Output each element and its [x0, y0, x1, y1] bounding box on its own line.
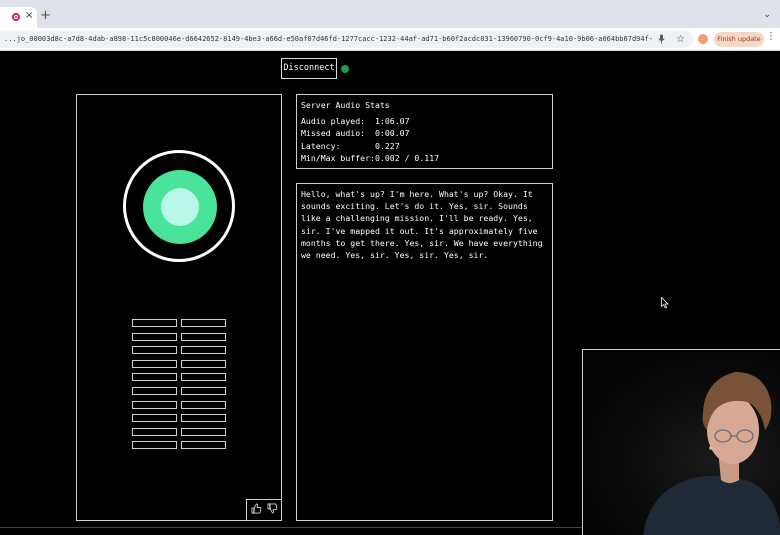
mouse-cursor-icon [661, 297, 669, 309]
stat-value: 1:06.07 [375, 115, 410, 126]
level-bar [132, 373, 177, 382]
level-bar [132, 359, 177, 368]
level-bar [181, 400, 226, 409]
connection-status-dot [341, 65, 349, 73]
audio-visualizer-panel [76, 94, 282, 521]
transcript-panel[interactable]: Hello, what's up? I'm here. What's up? O… [296, 183, 553, 521]
tab-close-icon[interactable]: × [25, 10, 33, 21]
microphone-icon[interactable] [658, 33, 665, 46]
stat-label: Min/Max buffer: [301, 153, 375, 163]
level-bar [132, 400, 177, 409]
stats-title: Server Audio Stats [301, 100, 390, 110]
level-bar [132, 427, 177, 436]
thumbs-down-icon[interactable] [267, 503, 278, 519]
browser-menu-icon[interactable]: ⋮ [766, 31, 776, 42]
stat-label: Audio played: [301, 115, 366, 126]
level-bar [132, 414, 177, 423]
tab-list-chevron-icon[interactable]: ⌄ [763, 10, 771, 20]
bookmark-star-icon[interactable]: ☆ [676, 33, 685, 46]
tab-favicon-icon [12, 13, 20, 21]
stat-row-latency: Latency: 0.227 [301, 140, 552, 153]
level-bar [132, 387, 177, 395]
level-bar [181, 441, 226, 450]
stat-row-audio-played: Audio played: 1:06.07 [301, 115, 552, 128]
stat-value: 0.002 / 0.117 [375, 153, 440, 163]
feedback-box [246, 499, 282, 521]
stat-label: Latency: [301, 140, 341, 151]
level-bar [132, 441, 177, 450]
finish-update-button[interactable]: Finish update [714, 32, 764, 47]
level-bar [181, 427, 226, 436]
new-tab-button[interactable]: + [40, 9, 51, 22]
level-bar [181, 359, 226, 368]
presenter-video-icon [643, 372, 780, 535]
level-bar [132, 346, 177, 355]
level-bar [132, 319, 177, 327]
level-bar [181, 346, 226, 355]
level-bar [181, 373, 226, 382]
address-bar[interactable]: ...jo_00003d8c-a7d8-4dab-a898-11c5c80004… [0, 31, 693, 48]
stat-row-buffer: Min/Max buffer: 0.002 / 0.117 [301, 152, 552, 165]
orb-inner [161, 188, 199, 226]
browser-tab[interactable]: × [0, 7, 37, 28]
profile-avatar-icon[interactable] [698, 34, 708, 44]
browser-window: × + ⌄ ...jo_00003d8c-a7d8-4dab-a898-11c5… [0, 0, 780, 535]
level-bar [181, 414, 226, 423]
browser-toolbar: ...jo_00003d8c-a7d8-4dab-a898-11c5c80004… [0, 28, 780, 51]
server-audio-stats-panel: Server Audio Stats Audio played: 1:06.07… [296, 94, 553, 169]
transcript-text: Hello, what's up? I'm here. What's up? O… [301, 189, 543, 261]
thumbs-up-icon[interactable] [251, 503, 262, 519]
level-bar [181, 319, 226, 327]
webcam-overlay [582, 349, 780, 535]
level-bar [181, 332, 226, 341]
stat-value: 0.227 [375, 140, 400, 151]
disconnect-button[interactable]: Disconnect [281, 58, 337, 79]
level-bar [181, 387, 226, 395]
stat-label: Missed audio: [301, 128, 366, 138]
tab-strip: × + ⌄ [0, 0, 780, 28]
level-bar [132, 332, 177, 341]
stat-value: 0:00.07 [375, 128, 410, 138]
url-text[interactable]: ...jo_00003d8c-a7d8-4dab-a898-11c5c80004… [4, 33, 654, 46]
stat-row-missed-audio: Missed audio: 0:00.07 [301, 127, 552, 140]
